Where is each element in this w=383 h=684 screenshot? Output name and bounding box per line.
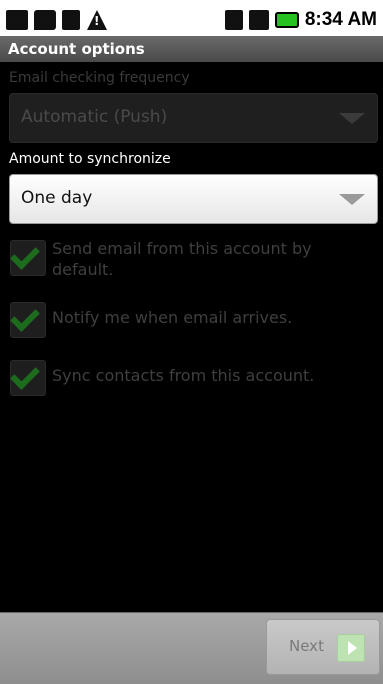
checkmark-icon xyxy=(10,360,40,390)
sync-amount-label: Amount to synchronize xyxy=(9,151,171,167)
checkbox-icon xyxy=(10,360,46,396)
3g-icon xyxy=(224,10,243,30)
checkmark-icon xyxy=(10,302,40,332)
email-frequency-spinner: Automatic (Push) xyxy=(9,93,378,143)
page-title: Account options xyxy=(8,40,145,58)
checkbox-label: Send email from this account by default. xyxy=(52,239,312,279)
next-button[interactable]: Next xyxy=(266,619,380,675)
bottom-button-bar: Next xyxy=(0,612,383,684)
battery-icon xyxy=(274,12,299,28)
checkbox-notify: Notify me when email arrives. xyxy=(10,300,376,340)
arrow-right-icon xyxy=(337,634,365,662)
status-time: 8:34 AM xyxy=(304,9,377,30)
notification-icon xyxy=(6,10,28,30)
checkbox-label: Sync contacts from this account. xyxy=(52,366,315,385)
sync-amount-spinner[interactable]: One day xyxy=(9,174,378,224)
message-icon xyxy=(34,10,56,30)
dropdown-arrow-icon xyxy=(339,194,365,205)
checkmark-icon xyxy=(10,240,40,270)
checkbox-icon xyxy=(10,240,46,276)
warning-icon xyxy=(86,10,108,30)
checkbox-sync-contacts: Sync contacts from this account. xyxy=(10,358,376,398)
usb-icon xyxy=(62,10,80,30)
email-frequency-value: Automatic (Push) xyxy=(21,107,168,127)
signal-icon xyxy=(248,10,269,30)
checkbox-icon xyxy=(10,302,46,338)
checkbox-default-account: Send email from this account by default. xyxy=(10,238,376,284)
email-frequency-label: Email checking frequency xyxy=(9,70,190,86)
checkbox-label: Notify me when email arrives. xyxy=(52,308,293,327)
next-button-label: Next xyxy=(289,637,324,655)
sync-amount-value: One day xyxy=(21,188,93,208)
status-bar: 8:34 AM xyxy=(0,4,383,36)
dropdown-arrow-icon xyxy=(339,113,365,124)
title-bar: Account options xyxy=(0,36,383,63)
account-options-content: Email checking frequency Automatic (Push… xyxy=(0,62,383,610)
